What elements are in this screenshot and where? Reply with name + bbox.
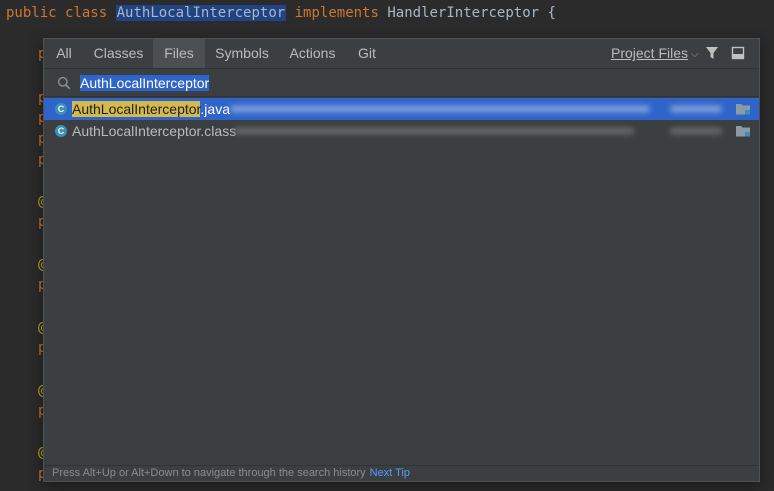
folder-icon: [736, 104, 750, 115]
scope-dropdown[interactable]: Project Files ⌵: [611, 39, 699, 68]
next-tip-link[interactable]: Next Tip: [370, 467, 410, 479]
blurred-path: [234, 128, 634, 134]
search-tab-bar: All Classes Files Symbols Actions Git Pr…: [44, 39, 759, 69]
code-line-class-declaration: public class AuthLocalInterceptor implem…: [6, 4, 556, 24]
tab-all[interactable]: All: [44, 39, 84, 68]
tab-symbols[interactable]: Symbols: [205, 39, 279, 68]
result-extension: .java: [200, 101, 230, 117]
tab-actions[interactable]: Actions: [279, 39, 346, 68]
match-highlight: AuthLocalInterceptor: [72, 101, 201, 117]
search-everywhere-popup: All Classes Files Symbols Actions Git Pr…: [43, 38, 760, 482]
search-input[interactable]: AuthLocalInterceptor: [80, 73, 210, 93]
footer-hint: Press Alt+Up or Alt+Down to navigate thr…: [44, 465, 759, 481]
search-row: AuthLocalInterceptor: [44, 69, 759, 97]
result-base-name: AuthLocalInterceptor: [72, 123, 201, 139]
filter-icon[interactable]: [704, 45, 720, 61]
scope-label: Project Files: [611, 45, 689, 61]
pin-window-icon[interactable]: [730, 45, 746, 61]
class-icon: C: [55, 103, 67, 115]
result-name: AuthLocalInterceptor.java: [72, 98, 230, 120]
interface-name: HandlerInterceptor {: [387, 5, 556, 21]
search-icon: [57, 76, 71, 90]
keyword-class: class: [65, 5, 108, 21]
result-name: AuthLocalInterceptor.class: [72, 120, 236, 142]
list-item-result-class[interactable]: C AuthLocalInterceptor.class: [44, 120, 759, 142]
result-extension: .class: [200, 123, 237, 139]
results-list: C AuthLocalInterceptor.java C AuthLocalI…: [44, 98, 759, 142]
tab-files[interactable]: Files: [153, 39, 205, 68]
class-name-highlight: AuthLocalInterceptor: [115, 5, 287, 21]
tab-git[interactable]: Git: [346, 39, 388, 68]
footer-hint-text: Press Alt+Up or Alt+Down to navigate thr…: [52, 467, 366, 479]
tab-classes[interactable]: Classes: [84, 39, 153, 68]
folder-icon: [736, 126, 750, 137]
search-input-value: AuthLocalInterceptor: [80, 75, 210, 91]
list-item-result-java[interactable]: C AuthLocalInterceptor.java: [44, 98, 759, 120]
blurred-module: [670, 106, 722, 112]
chevron-down-icon: ⌵: [691, 49, 699, 60]
keyword-implements: implements: [294, 5, 379, 21]
blurred-module: [670, 128, 722, 134]
keyword-public: public: [6, 5, 57, 21]
class-icon: C: [55, 125, 67, 137]
blurred-path: [230, 106, 650, 112]
